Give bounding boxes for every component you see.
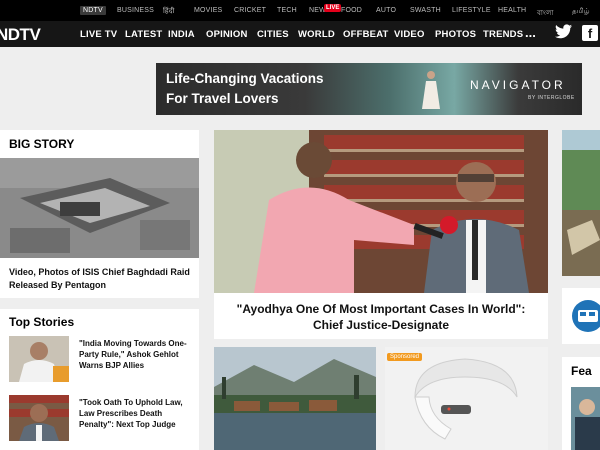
sponsored-product-ad[interactable]: Sponsored (385, 347, 548, 450)
network-link-swasth[interactable]: SWASTH (410, 7, 441, 14)
list-item[interactable]: "India Moving Towards One-Party Rule," A… (9, 336, 194, 382)
featured-story-headline[interactable]: "Ayodhya One Of Most Important Cases In … (222, 301, 540, 333)
list-item[interactable]: "Took Oath To Uphold Law, Law Prescribes… (9, 395, 194, 441)
network-link-auto[interactable]: AUTO (376, 7, 396, 14)
story-thumbnail[interactable] (9, 336, 69, 382)
network-link-business[interactable]: BUSINESS (117, 7, 154, 14)
top-stories-title: Top Stories (9, 315, 75, 329)
big-story-card[interactable]: BIG STORY Video, Photos of ISIS Chief Ba… (0, 130, 199, 298)
featured-story-card[interactable]: "Ayodhya One Of Most Important Cases In … (214, 130, 548, 339)
facebook-icon[interactable]: f (582, 25, 598, 41)
big-story-headline[interactable]: Video, Photos of ISIS Chief Baghdadi Rai… (9, 266, 194, 292)
network-link-bangla[interactable]: বাংলা (537, 7, 554, 19)
nav-latest[interactable]: LATEST (125, 29, 162, 40)
live-badge: LIVE (324, 4, 342, 12)
story-headline[interactable]: "India Moving Towards One-Party Rule," A… (79, 338, 194, 371)
banner-headline-2: For Travel Lovers (166, 91, 279, 106)
network-link-movies[interactable]: MOVIES (194, 7, 222, 14)
ndtv-logo[interactable]: NDTV (0, 25, 41, 45)
big-story-title: BIG STORY (9, 137, 75, 151)
nav-offbeat[interactable]: OFFBEAT (343, 29, 389, 40)
main-navbar: NDTV LIVE TV LATEST INDIA OPINION CITIES… (0, 21, 600, 47)
banner-headline-1: Life-Changing Vacations (166, 71, 324, 86)
nav-video[interactable]: VIDEO (394, 29, 425, 40)
nav-india[interactable]: INDIA (168, 29, 195, 40)
banner-brand: NAVIGATOR (470, 78, 566, 92)
right-column-train-card[interactable] (562, 288, 600, 344)
banner-brand-sub: BY INTERGLOBE (528, 95, 575, 101)
nav-world[interactable]: WORLD (298, 29, 335, 40)
network-link-health[interactable]: HEALTH (498, 7, 526, 14)
network-bar: NDTV BUSINESS हिंदी MOVIES CRICKET TECH … (0, 0, 600, 21)
nav-photos[interactable]: PHOTOS (435, 29, 476, 40)
network-link-hindi[interactable]: हिंदी (163, 7, 174, 16)
network-link-lifestyle[interactable]: LIFESTYLE (452, 7, 491, 14)
big-story-image[interactable] (0, 158, 199, 258)
right-column-feature-card[interactable]: Fea (562, 357, 600, 450)
sponsored-badge: Sponsored (387, 353, 423, 361)
twitter-icon[interactable] (555, 24, 572, 44)
featured-story-image[interactable] (214, 130, 548, 293)
network-link-tech[interactable]: TECH (277, 7, 297, 14)
nav-opinion[interactable]: OPINION (206, 29, 248, 40)
travel-banner-ad[interactable]: Life-Changing Vacations For Travel Lover… (156, 63, 582, 115)
nav-cities[interactable]: CITIES (257, 29, 289, 40)
story-thumbnail[interactable] (9, 395, 69, 441)
nav-trends[interactable]: TRENDS (483, 29, 523, 40)
nav-live-tv[interactable]: LIVE TV (80, 29, 117, 40)
top-stories-card: Top Stories "India Moving Towards One-Pa… (0, 309, 199, 450)
more-menu-button[interactable]: ... (525, 25, 536, 40)
network-link-tamil[interactable]: தமிழ் (572, 7, 590, 16)
network-link-cricket[interactable]: CRICKET (234, 7, 266, 14)
right-column-title: Fea (571, 364, 592, 378)
network-link-food[interactable]: FOOD (341, 7, 362, 14)
network-link-ndtv[interactable]: NDTV (80, 6, 106, 15)
banner-model-image (422, 71, 440, 109)
story-headline[interactable]: "Took Oath To Uphold Law, Law Prescribes… (79, 397, 194, 430)
lake-story-image[interactable] (214, 347, 376, 450)
right-column-image[interactable] (562, 130, 600, 276)
